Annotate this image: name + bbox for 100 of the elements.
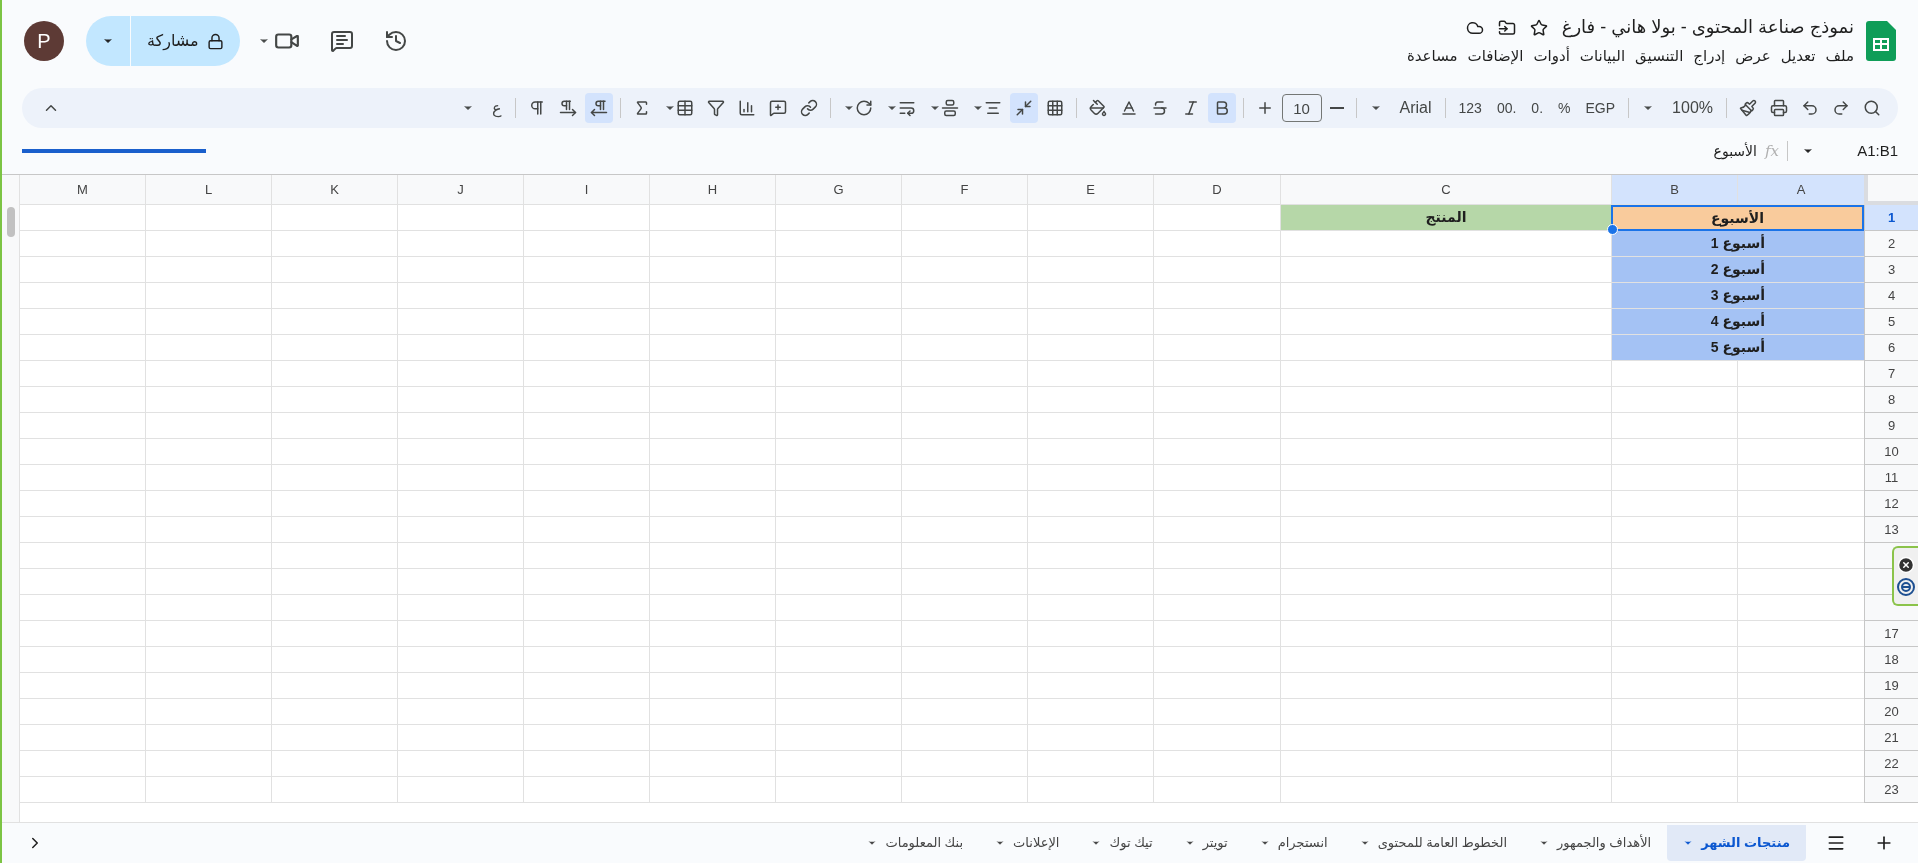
pilcrow-right-icon bbox=[558, 99, 577, 117]
scrollbar-thumb[interactable] bbox=[6, 207, 15, 237]
toolbar-button[interactable]: 123 bbox=[1452, 93, 1488, 123]
paintbrush-icon bbox=[1739, 99, 1757, 117]
wrap-text-icon bbox=[897, 99, 916, 117]
strikethrough-icon bbox=[1150, 99, 1169, 117]
caret-icon bbox=[1259, 838, 1270, 848]
toolbar-button[interactable] bbox=[1207, 93, 1236, 123]
row-header[interactable]: 17 bbox=[1864, 621, 1918, 647]
row-header[interactable]: 19 bbox=[1864, 673, 1918, 699]
toolbar-dropdown[interactable]: Arial bbox=[1363, 93, 1438, 123]
row-header[interactable]: 9 bbox=[1864, 413, 1918, 439]
row-header[interactable]: 12 bbox=[1864, 491, 1918, 517]
row-header[interactable]: 3 bbox=[1864, 257, 1918, 283]
table-cell: المنتج bbox=[1280, 205, 1611, 231]
row-header[interactable]: 5 bbox=[1864, 309, 1918, 335]
column-header[interactable]: H bbox=[649, 175, 775, 205]
close-icon[interactable] bbox=[1897, 556, 1915, 574]
history-icon[interactable] bbox=[383, 29, 408, 53]
row-header[interactable]: 7 bbox=[1864, 361, 1918, 387]
text-color-icon bbox=[1119, 99, 1138, 117]
corner-cell[interactable] bbox=[1864, 175, 1918, 205]
sheet-tab[interactable]: تويتر bbox=[1168, 825, 1244, 861]
row-header[interactable]: 6 bbox=[1864, 335, 1918, 361]
row-header[interactable]: 2 bbox=[1864, 231, 1918, 257]
row-header[interactable]: 21 bbox=[1864, 725, 1918, 751]
toolbar-button[interactable] bbox=[1009, 93, 1038, 123]
column-header[interactable]: L bbox=[145, 175, 271, 205]
folder-icon[interactable] bbox=[1497, 18, 1516, 37]
row-header[interactable]: 20 bbox=[1864, 699, 1918, 725]
formula-field[interactable]: الأسبوع bbox=[1713, 140, 1757, 162]
column-header[interactable]: C bbox=[1280, 175, 1611, 205]
toolbar-button[interactable] bbox=[584, 93, 613, 123]
column-header[interactable]: M bbox=[19, 175, 145, 205]
toolbar-dropdown[interactable]: 100% bbox=[1636, 93, 1719, 123]
sheet-tab[interactable]: تيك توك bbox=[1075, 825, 1169, 861]
table-cell: أسبوع 5 bbox=[1611, 335, 1864, 361]
sheet-tab[interactable]: الأهداف والجمهور bbox=[1523, 825, 1668, 861]
caret-icon bbox=[1091, 838, 1102, 848]
letter-circle-icon[interactable] bbox=[1897, 578, 1915, 596]
column-header[interactable]: B bbox=[1611, 175, 1737, 205]
star-icon[interactable] bbox=[1529, 18, 1548, 37]
merge-icon bbox=[1014, 99, 1033, 117]
name-box[interactable]: A1:B1 bbox=[1828, 139, 1898, 163]
align-center-icon bbox=[983, 99, 1002, 117]
sheet-tab[interactable]: انستجرام bbox=[1243, 825, 1344, 861]
menu-item[interactable]: ملف bbox=[1825, 45, 1854, 68]
column-header[interactable]: F bbox=[901, 175, 1027, 205]
menu-item[interactable]: عرض bbox=[1735, 45, 1771, 68]
caret-icon bbox=[1184, 838, 1195, 848]
caret-icon bbox=[867, 838, 878, 848]
row-header[interactable]: 11 bbox=[1864, 465, 1918, 491]
menu-item[interactable]: التنسيق bbox=[1635, 45, 1684, 68]
filter-icon bbox=[706, 99, 725, 117]
row-header[interactable]: 1 bbox=[1864, 205, 1918, 231]
sheet-tab[interactable]: منتجات الشهر bbox=[1667, 825, 1806, 861]
borders-icon bbox=[1045, 99, 1064, 117]
sheet-tab[interactable]: بنك المعلومات bbox=[851, 825, 980, 861]
menu-item[interactable]: الإضافات bbox=[1467, 45, 1524, 68]
menu-icon bbox=[1826, 833, 1846, 853]
column-header[interactable]: J bbox=[397, 175, 523, 205]
menu-item[interactable]: مساعدة bbox=[1406, 45, 1458, 68]
sheet-tab[interactable]: الخطوط العامة للمحتوى bbox=[1343, 825, 1523, 861]
font-size-field[interactable]: 10 bbox=[1281, 94, 1322, 122]
table-cell: أسبوع 4 bbox=[1611, 309, 1864, 335]
column-header[interactable]: G bbox=[775, 175, 901, 205]
row-header[interactable]: 22 bbox=[1864, 751, 1918, 777]
toolbar-button[interactable]: .00 bbox=[1490, 93, 1523, 123]
column-header[interactable]: E bbox=[1027, 175, 1153, 205]
spreadsheet-logo[interactable] bbox=[1866, 21, 1896, 61]
row-header[interactable]: 8 bbox=[1864, 387, 1918, 413]
menu-item[interactable]: أدوات bbox=[1533, 45, 1570, 68]
chart-icon bbox=[737, 99, 756, 117]
paint-bucket-icon bbox=[1088, 99, 1107, 117]
toolbar-dropdown[interactable]: ع bbox=[455, 93, 508, 123]
toolbar-button[interactable]: % bbox=[1552, 93, 1577, 123]
row-header[interactable]: 4 bbox=[1864, 283, 1918, 309]
vertical-align-icon bbox=[940, 99, 959, 117]
toolbar-button[interactable]: EGP bbox=[1579, 93, 1622, 123]
column-header[interactable]: I bbox=[523, 175, 649, 205]
row-header[interactable]: 18 bbox=[1864, 647, 1918, 673]
document-title[interactable]: نموذج صناعة المحتوى - بولا هاني - فارغ bbox=[1561, 14, 1854, 42]
undo-icon bbox=[1801, 99, 1819, 117]
column-header[interactable]: K bbox=[271, 175, 397, 205]
column-header[interactable]: A bbox=[1737, 175, 1864, 205]
printer-icon bbox=[1770, 99, 1788, 117]
column-header[interactable]: D bbox=[1153, 175, 1280, 205]
sheet-tab[interactable]: الإعلانات bbox=[979, 825, 1076, 861]
comment-icon[interactable] bbox=[329, 29, 354, 53]
menu-item[interactable]: البيانات bbox=[1579, 45, 1626, 68]
row-header[interactable]: 10 bbox=[1864, 439, 1918, 465]
toolbar-button[interactable]: .0 bbox=[1525, 93, 1550, 123]
avatar[interactable]: P bbox=[24, 21, 64, 61]
caret-icon bbox=[1683, 838, 1694, 848]
menu-item[interactable]: إدراج bbox=[1693, 45, 1726, 68]
menu-item[interactable]: تعديل bbox=[1780, 45, 1816, 68]
table-icon bbox=[675, 99, 694, 117]
row-header[interactable]: 23 bbox=[1864, 777, 1918, 803]
text-direction-icon bbox=[589, 99, 608, 117]
row-header[interactable]: 13 bbox=[1864, 517, 1918, 543]
